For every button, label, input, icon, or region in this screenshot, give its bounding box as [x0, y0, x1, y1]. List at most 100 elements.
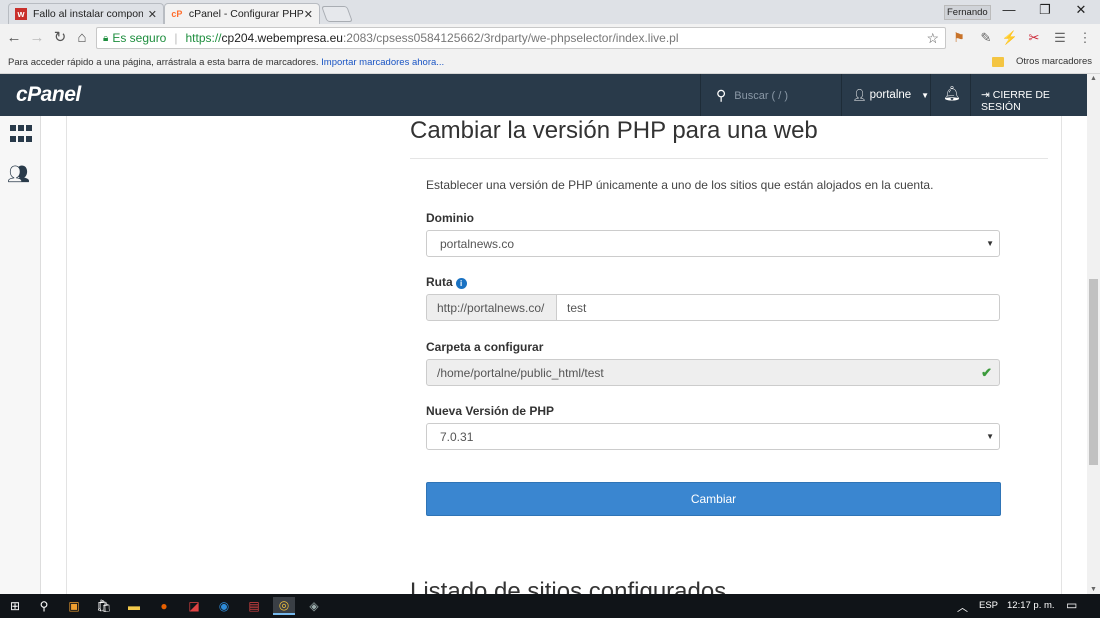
search-icon: ⚲ [716, 87, 727, 103]
cpanel-logo[interactable]: cPanel [16, 83, 81, 107]
version-label: Nueva Versión de PHP [426, 404, 555, 418]
check-icon: ✔ [981, 365, 992, 380]
extension-bolt-icon[interactable]: ⚡ [1001, 30, 1019, 46]
back-icon[interactable]: ← [5, 29, 23, 47]
scroll-down-icon[interactable]: ▼ [1090, 586, 1097, 593]
store-icon[interactable]: 🛍︎ [93, 597, 115, 615]
import-bookmarks-link[interactable]: Importar marcadores ahora... [321, 57, 444, 68]
other-bookmarks[interactable]: Otros marcadores [991, 56, 1092, 67]
apps-grid-icon[interactable] [10, 125, 34, 145]
path-input-group: http://portalnews.co/ test [426, 294, 1000, 321]
extension-badge-icon[interactable]: ✎ [977, 30, 995, 46]
content-border-right [1061, 116, 1062, 594]
extension-pin-icon[interactable]: ⚑ [950, 30, 968, 46]
app-icon[interactable]: ◈ [303, 597, 325, 615]
path-prefix: http://portalnews.co/ [426, 294, 557, 321]
caret-down-icon: ▼ [921, 90, 930, 100]
home-icon[interactable]: ⌂ [73, 29, 91, 47]
bookmarks-bar: Para acceder rápido a una página, arrást… [0, 52, 1100, 74]
browser-tabstrip: w Fallo al instalar compone ✕ cP cPanel … [0, 0, 1100, 24]
path-label: Ruta [426, 275, 453, 289]
header-divider [930, 74, 931, 116]
url-path: :2083/cpsess0584125662/3rdparty/we-phpse… [342, 31, 679, 45]
app-icon[interactable]: ▤ [243, 597, 265, 615]
tab-title: cPanel - Configurar PHP [188, 8, 304, 20]
cpanel-header: cPanel ⚲ Buscar ( / ) 👤︎ portalne ▼ 🔔︎ ⇥… [0, 74, 1087, 116]
app-icon[interactable]: ◉ [213, 597, 235, 615]
chrome-icon[interactable]: ◎ [273, 597, 295, 615]
info-icon[interactable]: i [455, 278, 467, 289]
php-version-select[interactable]: 7.0.31 ▼ [426, 423, 1000, 450]
app-icon[interactable]: ◪ [183, 597, 205, 615]
cp-favicon-icon: cP [171, 9, 183, 19]
header-divider [970, 74, 971, 116]
tab-cpanel[interactable]: cP cPanel - Configurar PHP ✕ [164, 3, 320, 24]
domain-label: Dominio [426, 211, 474, 225]
minimize-icon[interactable]: — [994, 2, 1024, 17]
lock-icon: 🔒︎ [103, 32, 109, 44]
tray-chevron-icon[interactable]: ︿ [957, 599, 968, 615]
new-tab-button[interactable] [321, 6, 353, 22]
select-arrow-icon: ▼ [986, 239, 994, 248]
extension-scissors-icon[interactable]: ✂ [1025, 30, 1043, 46]
scrollbar-thumb[interactable] [1089, 279, 1098, 465]
firefox-icon[interactable]: ● [153, 597, 175, 615]
scroll-up-icon[interactable]: ▲ [1090, 75, 1097, 82]
search-icon[interactable]: ⚲ [33, 597, 55, 615]
app-icon[interactable]: ▣ [63, 597, 85, 615]
page-title: Cambiar la versión PHP para una web [410, 117, 818, 144]
domain-value: portalnews.co [440, 237, 515, 251]
extension-list-icon[interactable]: ☰ [1051, 30, 1069, 46]
tab-fallo-instalar[interactable]: w Fallo al instalar compone ✕ [8, 3, 164, 24]
user-icon: 👤︎ [852, 90, 867, 102]
domain-select[interactable]: portalnews.co ▼ [426, 230, 1000, 257]
username-label: portalne [869, 89, 912, 101]
other-bookmarks-label: Otros marcadores [1015, 56, 1092, 67]
path-input[interactable]: test [557, 294, 1000, 321]
header-search[interactable]: ⚲ Buscar ( / ) [716, 87, 788, 104]
search-placeholder: Buscar ( / ) [734, 89, 789, 102]
windows-taskbar: ⊞ ⚲ ▣ 🛍︎ ▬ ● ◪ ◉ ▤ ◎ ◈ ︿ ESP 12:17 p. m.… [0, 594, 1100, 618]
omnibox-divider: | [174, 31, 178, 45]
reload-icon[interactable]: ↻ [51, 29, 69, 47]
browser-toolbar: ← → ↻ ⌂ 🔒︎ Es seguro | https:// cp204.we… [0, 24, 1100, 52]
clock[interactable]: 12:17 p. m. [1007, 600, 1055, 611]
user-menu[interactable]: 👤︎ portalne ▼ [852, 88, 929, 102]
folder-value: /home/portalne/public_html/test [437, 366, 604, 380]
address-bar[interactable]: 🔒︎ Es seguro | https:// cp204.webempresa… [96, 27, 946, 49]
restore-icon[interactable]: ❐ [1030, 2, 1060, 18]
secure-label: Es seguro [112, 31, 167, 45]
language-indicator[interactable]: ESP [979, 600, 998, 611]
header-divider [700, 74, 701, 116]
wu-favicon-icon: w [15, 8, 27, 20]
folder-icon [991, 56, 1004, 67]
bell-icon[interactable]: 🔔︎ [943, 85, 961, 102]
main-content: Cambiar la versión PHP para una web Esta… [67, 116, 1061, 594]
page-scrollbar[interactable]: ▲ ▼ [1087, 74, 1100, 594]
tab-close-icon[interactable]: ✕ [148, 8, 157, 21]
bookmarks-hint-text: Para acceder rápido a una página, arrást… [8, 57, 319, 68]
notifications-icon[interactable]: ▭ [1066, 598, 1077, 612]
header-divider [841, 74, 842, 116]
select-arrow-icon: ▼ [986, 432, 994, 441]
page-description: Establecer una versión de PHP únicamente… [426, 178, 934, 192]
windows-start-icon[interactable]: ⊞ [4, 597, 26, 615]
folder-field: /home/portalne/public_html/test ✔ [426, 359, 1000, 386]
logout-label: CIERRE DE SESIÓN [981, 89, 1050, 113]
users-icon[interactable]: 👥︎ [7, 164, 30, 185]
file-explorer-icon[interactable]: ▬ [123, 597, 145, 615]
submit-button[interactable]: Cambiar [426, 482, 1001, 516]
tab-close-icon[interactable]: ✕ [304, 8, 313, 21]
url-scheme: https:// [185, 31, 222, 45]
left-rail: 👥︎ [0, 116, 41, 594]
url-host: cp204.webempresa.eu [221, 31, 343, 45]
title-divider [410, 158, 1048, 159]
profile-button[interactable]: Fernando [944, 5, 991, 20]
logout-button[interactable]: ⇥ CIERRE DE SESIÓN [981, 89, 1087, 113]
forward-icon[interactable]: → [28, 29, 46, 47]
logout-icon: ⇥ [981, 89, 990, 101]
section-title: Listado de sitios configurados [410, 578, 727, 594]
browser-menu-icon[interactable]: ⋮ [1076, 30, 1094, 46]
close-window-icon[interactable]: ✕ [1066, 2, 1096, 18]
bookmark-star-icon[interactable]: ☆ [926, 30, 939, 47]
